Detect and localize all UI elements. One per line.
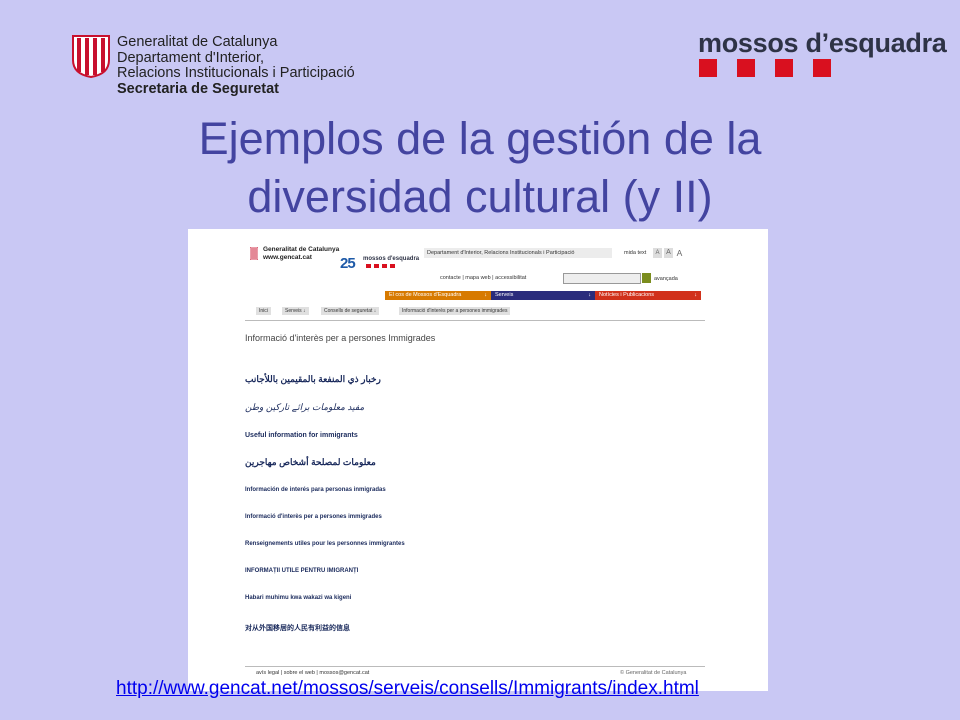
- menu-cos-mossos-label: El cos de Mossos d'Esquadra: [389, 292, 462, 298]
- org-line-3: Relacions Institucionals i Participació: [117, 65, 355, 81]
- page-heading: Informació d'interès per a persones Immi…: [245, 333, 436, 343]
- search-input[interactable]: [563, 273, 641, 284]
- link-romanian[interactable]: INFORMAȚII UTILE PENTRU IMIGRANȚI: [245, 568, 358, 574]
- menu-cos-mossos[interactable]: El cos de Mossos d'Esquadra ↓: [385, 291, 491, 300]
- link-arabic-1[interactable]: رخبار ذي المنفعة بالمقيمين باللأجانب: [245, 374, 381, 385]
- menu-serveis-label: Serveis: [495, 292, 514, 298]
- menu-noticies-label: Notícies i Publicacions: [599, 292, 655, 298]
- slide-title-line-2: diversidad cultural (y II): [247, 171, 713, 222]
- text-size-large-button[interactable]: A: [675, 248, 684, 258]
- link-english[interactable]: Useful information for immigrants: [245, 432, 358, 439]
- org-line-secretaria: Secretaria de Seguretat: [117, 80, 279, 97]
- link-urdu[interactable]: مفید معلومات برائے تارکین وطن: [245, 402, 364, 413]
- generalitat-logo-icon: [72, 35, 110, 78]
- link-spanish[interactable]: Información de interés para personas inm…: [245, 487, 386, 493]
- chevron-down-icon: ↓: [484, 292, 487, 298]
- text-size-medium-button[interactable]: A: [664, 248, 673, 258]
- organization-name: Generalitat de Catalunya Departament d'I…: [117, 34, 355, 97]
- breadcrumb-current: Informació d'interès per a persones immi…: [399, 307, 511, 315]
- screenshot-brand-squares: [366, 264, 395, 268]
- text-size-small-button[interactable]: A: [653, 248, 662, 258]
- menu-noticies[interactable]: Notícies i Publicacions ↓: [595, 291, 701, 300]
- footer-links[interactable]: avís legal | sobre el web | mossos@genca…: [256, 670, 369, 676]
- search-button[interactable]: [642, 273, 651, 283]
- mossos-squares-logo: [699, 59, 831, 77]
- chevron-down-icon: ↓: [588, 292, 591, 298]
- org-line-1: Generalitat de Catalunya: [117, 34, 278, 50]
- screenshot-logo-line-2: www.gencat.cat: [263, 253, 312, 261]
- source-url-link[interactable]: http://www.gencat.net/mossos/serveis/con…: [116, 678, 699, 700]
- slide-title: Ejemplos de la gestión de la diversidad …: [0, 110, 960, 226]
- link-catalan[interactable]: Informació d'interès per a persones immi…: [245, 514, 382, 520]
- breadcrumb-serveis[interactable]: Serveis ↓: [282, 307, 309, 315]
- mossos-brand-name: mossos d’esquadra: [698, 28, 947, 58]
- breadcrumb-consells[interactable]: Consells de seguretat ↓: [321, 307, 380, 315]
- screenshot-logo-line-1: Generalitat de Catalunya: [263, 246, 340, 253]
- department-banner[interactable]: Departament d'Interior, Relacions Instit…: [424, 248, 612, 258]
- footer-divider: [245, 666, 705, 667]
- slide-title-line-1: Ejemplos de la gestión de la: [198, 113, 762, 164]
- link-arabic-2[interactable]: معلومات لمصلحة أشخاص مهاجرين: [245, 457, 376, 468]
- website-screenshot: Generalitat de Catalunya www.gencat.cat …: [188, 229, 768, 691]
- advanced-search-link[interactable]: avançada: [654, 276, 678, 282]
- screenshot-generalitat-logo-icon: [250, 247, 258, 260]
- breadcrumb-inici[interactable]: Inici: [256, 307, 271, 315]
- link-french[interactable]: Renseignements utiles pour les personnes…: [245, 541, 405, 547]
- link-chinese[interactable]: 对从外国移居的人民有利益的信息: [245, 623, 350, 633]
- link-swahili[interactable]: Habari muhimu kwa wakazi wa kigeni: [245, 595, 351, 601]
- utility-links[interactable]: contacte | mapa web | accessibilitat: [440, 275, 526, 281]
- screenshot-brand: mossos d'esquadra: [363, 256, 420, 262]
- menu-serveis[interactable]: Serveis ↓: [491, 291, 595, 300]
- chevron-down-icon: ↓: [694, 292, 697, 298]
- text-size-label: mida text: [624, 250, 647, 256]
- divider: [245, 320, 705, 321]
- screenshot-logo-text: Generalitat de Catalunya www.gencat.cat: [263, 246, 339, 261]
- anniversary-badge: 25: [340, 255, 356, 272]
- org-line-2: Departament d'Interior,: [117, 49, 265, 66]
- footer-copyright: © Generalitat de Catalunya: [620, 670, 687, 676]
